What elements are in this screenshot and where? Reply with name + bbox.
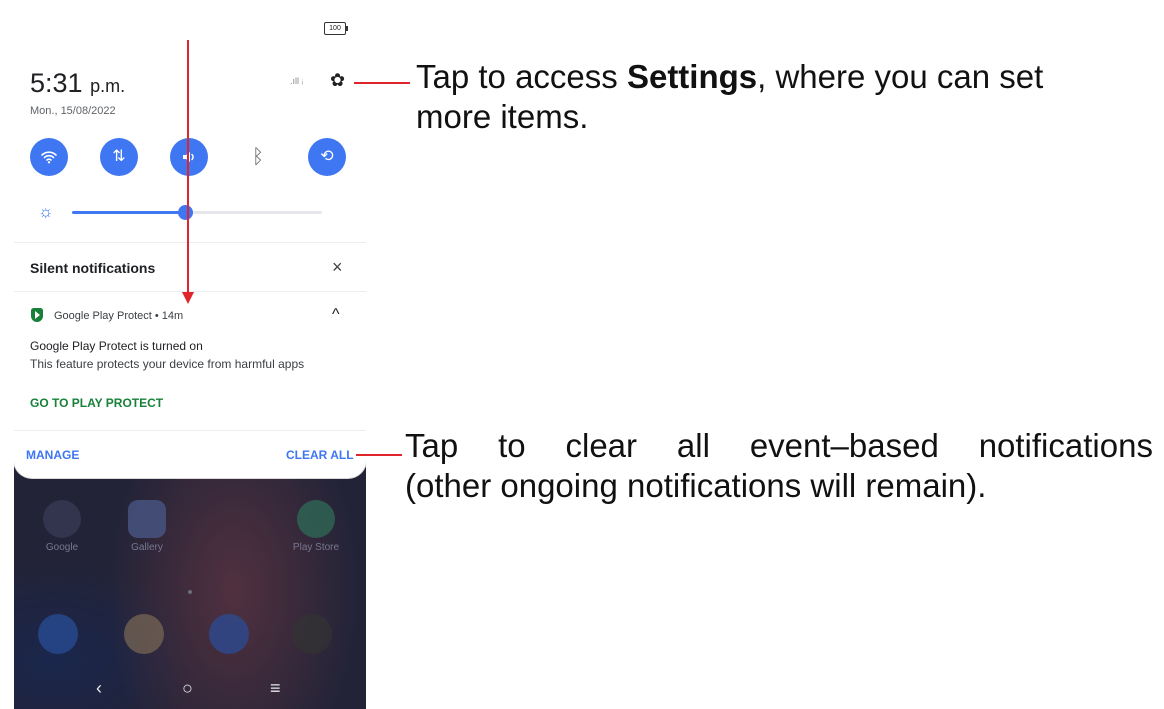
- settings-callout-line2: more items.: [416, 98, 589, 135]
- app-label: Play Store: [292, 542, 340, 553]
- app-gallery[interactable]: Gallery: [117, 500, 177, 553]
- clear-all-callout-line2: (other ongoing notifications will remain…: [405, 467, 987, 504]
- callout-word: clear: [565, 427, 638, 464]
- phone-app-icon[interactable]: [38, 614, 78, 654]
- chevron-up-icon[interactable]: ^: [332, 306, 340, 324]
- clear-all-leader-line: [356, 454, 402, 456]
- callout-word: event–based: [749, 427, 939, 464]
- signal-icon: .ıll ᵢ: [290, 76, 303, 86]
- google-folder-icon: [43, 500, 81, 538]
- brightness-slider[interactable]: [72, 205, 322, 220]
- chrome-app-icon[interactable]: [124, 614, 164, 654]
- clear-all-button[interactable]: CLEAR ALL: [286, 448, 354, 462]
- settings-callout-post: , where you can set: [757, 58, 1044, 95]
- mobile-data-icon[interactable]: ⇅: [100, 138, 138, 176]
- go-to-play-protect-button[interactable]: GO TO PLAY PROTECT: [30, 396, 163, 410]
- notification-shade: 100 5:31 p.m. Mon., 15/08/2022 .ıll ᵢ ✿ …: [14, 0, 366, 478]
- manage-button[interactable]: MANAGE: [26, 448, 79, 462]
- notification-title: Google Play Protect is turned on: [30, 339, 203, 353]
- callout-word: Tap: [405, 427, 459, 464]
- clock-ampm: p.m.: [90, 76, 126, 96]
- divider: [14, 430, 366, 431]
- settings-callout-pre: Tap to access: [416, 58, 627, 95]
- recents-icon[interactable]: ≡: [270, 678, 281, 698]
- notification-body: This feature protects your device from h…: [30, 357, 305, 371]
- app-google-folder[interactable]: Google: [32, 500, 92, 553]
- wifi-icon[interactable]: [30, 138, 68, 176]
- gallery-icon: [128, 500, 166, 538]
- app-play-store[interactable]: Play Store: [286, 500, 346, 553]
- swipe-down-arrowhead: [182, 292, 194, 304]
- date: Mon., 15/08/2022: [30, 105, 116, 117]
- home-icon[interactable]: ○: [182, 678, 193, 698]
- brightness-slider-fill: [72, 211, 185, 214]
- gear-icon[interactable]: ✿: [330, 70, 345, 90]
- app-label: Gallery: [131, 542, 163, 553]
- divider: [14, 242, 366, 243]
- settings-callout-bold: Settings: [626, 58, 758, 95]
- messages-app-icon[interactable]: [209, 614, 249, 654]
- close-icon[interactable]: ×: [332, 257, 343, 277]
- clock-time: 5:31: [30, 68, 83, 98]
- callout-word: notifications: [978, 427, 1153, 464]
- navigation-bar: ‹ ○ ≡: [14, 672, 366, 709]
- section-title: Silent notifications: [30, 260, 156, 276]
- clear-all-callout-line1: Tap to clear all event–based notificatio…: [405, 426, 1153, 466]
- sound-icon[interactable]: [170, 138, 208, 176]
- auto-rotate-icon[interactable]: ⟲: [308, 138, 346, 176]
- camera-app-icon[interactable]: [292, 614, 332, 654]
- brightness-icon: ☼: [38, 202, 54, 221]
- settings-callout: Tap to access Settings, where you can se…: [416, 57, 1043, 137]
- bluetooth-icon[interactable]: ᛒ: [239, 138, 277, 176]
- back-icon[interactable]: ‹: [96, 678, 102, 698]
- clear-all-callout: Tap to clear all event–based notificatio…: [405, 426, 1153, 506]
- callout-word: to: [498, 427, 526, 464]
- swipe-down-arrow: [187, 40, 189, 294]
- phone-screen: Google Gallery Play Store ‹ ○ ≡ 100 5:31…: [14, 0, 366, 709]
- play-store-icon: [297, 500, 335, 538]
- settings-leader-line: [354, 82, 410, 84]
- brightness-slider-thumb[interactable]: [177, 205, 193, 220]
- battery-icon: 100: [324, 22, 348, 35]
- play-protect-icon: [31, 308, 43, 322]
- notification-app-name: Google Play Protect • 14m: [54, 310, 184, 322]
- page-indicator: [188, 590, 192, 594]
- callout-word: all: [676, 427, 710, 464]
- clock: 5:31 p.m.: [30, 68, 125, 101]
- app-label: Google: [45, 542, 79, 553]
